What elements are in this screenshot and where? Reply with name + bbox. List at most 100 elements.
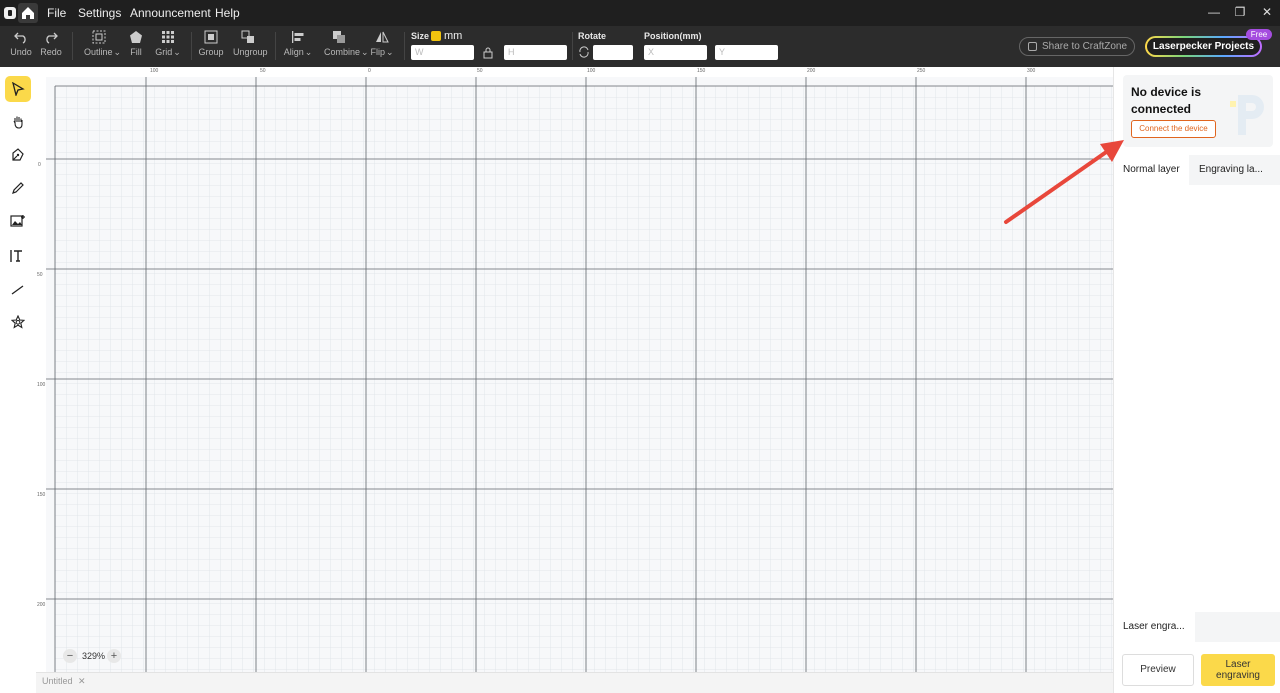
align-button[interactable]: Align⌄ <box>283 30 313 58</box>
line-icon <box>11 285 24 295</box>
connect-device-button[interactable]: Connect the device <box>1131 120 1216 138</box>
combine-button[interactable]: Combine⌄ <box>324 30 369 58</box>
menu-announcement[interactable]: Announcement <box>130 6 211 20</box>
tab-engraving-layer[interactable]: Engraving la... <box>1191 155 1280 185</box>
close-tab-icon[interactable]: ✕ <box>78 676 86 686</box>
zoom-in-button[interactable]: + <box>107 649 121 663</box>
ruler-tick-label: 300 <box>1027 68 1036 74</box>
ruler-tick-label: 150 <box>37 492 46 498</box>
vertical-ruler: 0 50 100 150 200 <box>36 67 46 672</box>
rotate-input[interactable] <box>593 45 633 60</box>
zoom-control: − 329% + <box>63 649 123 665</box>
toolbar: Undo Redo Outline⌄ Fill Grid⌄ Group Ungr… <box>0 26 1280 67</box>
laser-engraving-button[interactable]: Laser engraving <box>1201 654 1275 686</box>
maximize-button[interactable]: ❐ <box>1230 5 1250 19</box>
toolbar-divider <box>572 32 573 60</box>
rotate-label: Rotate <box>578 31 607 41</box>
text-icon <box>10 250 22 262</box>
ungroup-icon <box>241 30 254 43</box>
pencil-tool-button[interactable] <box>5 175 31 201</box>
grid-icon <box>162 31 174 43</box>
ruler-tick-label: 100 <box>37 382 46 388</box>
menu-settings[interactable]: Settings <box>78 6 121 20</box>
group-button[interactable]: Group <box>196 30 226 57</box>
ruler-tick-label: 50 <box>477 68 483 74</box>
chevron-down-icon: ⌄ <box>173 47 181 57</box>
pen-tool-button[interactable] <box>5 142 31 168</box>
image-tool-button[interactable] <box>5 208 31 234</box>
hand-icon <box>13 116 23 129</box>
chevron-down-icon: ⌄ <box>113 47 122 57</box>
pen-nib-icon <box>12 148 24 161</box>
zoom-out-button[interactable]: − <box>63 649 77 663</box>
outline-button[interactable]: Outline⌄ <box>84 30 121 58</box>
cursor-icon <box>12 82 25 96</box>
unit-label: mm <box>444 30 463 42</box>
minimize-button[interactable]: — <box>1204 5 1224 19</box>
ruler-tick-label: 100 <box>587 68 596 74</box>
y-position-input[interactable]: Y <box>715 45 778 60</box>
chevron-down-icon: ⌄ <box>304 47 313 57</box>
close-window-button[interactable]: ✕ <box>1257 5 1277 19</box>
ruler-tick-label: 150 <box>697 68 706 74</box>
redo-button[interactable]: Redo <box>36 30 66 57</box>
flip-button[interactable]: Flip⌄ <box>367 30 397 58</box>
fill-button[interactable]: Fill <box>121 30 151 57</box>
ungroup-button[interactable]: Ungroup <box>233 30 268 57</box>
document-tab[interactable]: Untitled ✕ <box>42 676 86 687</box>
flip-icon <box>376 31 389 43</box>
outline-icon <box>92 30 106 44</box>
toolbar-divider <box>191 32 192 60</box>
shapes-icon <box>11 315 25 329</box>
ruler-tick-label: 200 <box>37 602 46 608</box>
horizontal-ruler: 100 50 0 50 100 150 200 250 300 <box>36 67 1113 77</box>
toolbar-divider <box>72 32 73 60</box>
combine-icon <box>333 31 345 43</box>
toolbar-divider <box>404 32 405 60</box>
zoom-level: 329% <box>82 651 106 661</box>
size-label: Size <box>411 31 430 41</box>
device-status-text: No device is connected <box>1131 85 1202 116</box>
menu-help[interactable]: Help <box>215 6 240 20</box>
undo-button[interactable]: Undo <box>6 30 36 57</box>
design-canvas[interactable] <box>36 67 1113 672</box>
app-logo-icon <box>4 7 16 19</box>
rotate-icon <box>579 46 589 58</box>
title-bar: File Settings Announcement Help — ❐ ✕ <box>0 0 1280 26</box>
fill-icon <box>130 31 142 43</box>
shape-tool-button[interactable] <box>5 309 31 335</box>
width-input[interactable]: W <box>411 45 474 60</box>
share-craftzone-button[interactable]: Share to CraftZone <box>1019 37 1135 56</box>
tab-laser-engraving[interactable]: Laser engra... <box>1115 612 1195 642</box>
toolbar-divider <box>275 32 276 60</box>
home-button[interactable] <box>18 3 38 23</box>
menu-file[interactable]: File <box>47 6 66 20</box>
align-icon <box>292 31 304 43</box>
ruler-tick-label: 0 <box>368 68 371 74</box>
left-toolbar <box>0 67 36 693</box>
ruler-tick-label: 0 <box>38 162 41 168</box>
laserpecker-projects-button[interactable]: Laserpecker Projects <box>1145 36 1262 57</box>
lock-ratio-icon[interactable] <box>483 47 493 59</box>
select-tool-button[interactable] <box>5 76 31 102</box>
ruler-tick-label: 250 <box>917 68 926 74</box>
line-tool-button[interactable] <box>5 276 31 302</box>
pencil-icon <box>12 182 24 194</box>
hand-tool-button[interactable] <box>5 109 31 135</box>
x-position-input[interactable]: X <box>644 45 707 60</box>
height-input[interactable]: H <box>504 45 567 60</box>
chevron-down-icon: ⌄ <box>385 47 394 57</box>
share-icon <box>1028 42 1037 51</box>
tab-normal-layer[interactable]: Normal layer <box>1115 155 1189 185</box>
ruler-tick-label: 50 <box>37 272 43 278</box>
preview-button[interactable]: Preview <box>1122 654 1194 686</box>
grid-button[interactable]: Grid⌄ <box>153 30 183 58</box>
unit-toggle-icon[interactable] <box>431 31 441 41</box>
right-panel: No device is connected Connect the devic… <box>1113 67 1280 693</box>
undo-icon <box>14 32 26 44</box>
device-status-card: No device is connected Connect the devic… <box>1123 75 1273 147</box>
home-icon <box>22 7 34 19</box>
ruler-tick-label: 100 <box>150 68 159 74</box>
text-tool-button[interactable] <box>5 243 31 269</box>
group-icon <box>204 30 218 44</box>
